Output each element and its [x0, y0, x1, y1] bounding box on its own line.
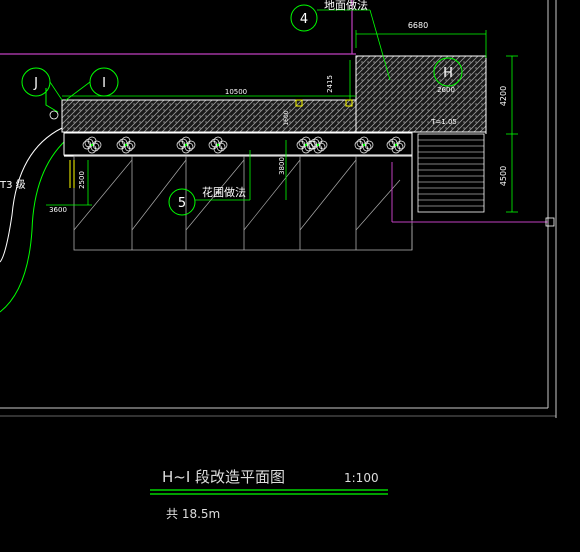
- dim-left-bottom: 3600: [49, 206, 67, 214]
- curved-path-lines: [0, 88, 67, 313]
- parking-grid: [73, 155, 413, 251]
- label-stairs-left: T3 级: [0, 179, 26, 191]
- site-boundary: [0, 0, 356, 55]
- title-block: H~I 段改造平面图 1:100 共 18.5m: [150, 468, 388, 521]
- drawing-title: H~I 段改造平面图: [162, 468, 285, 486]
- stairs: [391, 133, 555, 250]
- dim-strip-depth: 2415: [326, 75, 334, 93]
- drawing-total-length: 共 18.5m: [166, 507, 220, 521]
- axis-j: J: [21, 67, 63, 101]
- callout-floor-detail-number: 4: [300, 12, 308, 27]
- label-tag: T=1.05: [430, 118, 457, 126]
- cad-drawing: 4 地面做法 5 花圃做法 J I H 6680 10500 2415 4200…: [0, 0, 557, 521]
- planter-band: [63, 132, 413, 157]
- dim-left-small: 1600: [283, 110, 290, 125]
- dim-planter-width: 3800: [278, 157, 286, 175]
- axis-h-label: H: [443, 66, 453, 81]
- drawing-scale: 1:100: [344, 471, 379, 485]
- callout-floor-detail-label: 地面做法: [324, 0, 368, 12]
- dim-main-length: 10500: [225, 88, 247, 96]
- dim-right-upper-height: 4200: [499, 86, 508, 106]
- floor-strip: [61, 55, 487, 133]
- callout-planter-detail-label: 花圃做法: [202, 185, 246, 199]
- dim-left-depth: 2500: [78, 171, 86, 189]
- dim-right-lower-height: 4500: [499, 166, 508, 186]
- axis-j-label: J: [33, 76, 38, 91]
- survey-point-icon: [49, 110, 59, 120]
- dim-inner-h: 2600: [437, 86, 455, 94]
- callout-planter-detail: 5 花圃做法: [168, 150, 251, 216]
- axis-i-label: I: [102, 76, 106, 91]
- dim-top-right-width: 6680: [408, 21, 428, 30]
- axis-i: I: [65, 67, 119, 101]
- callout-planter-detail-number: 5: [178, 196, 186, 211]
